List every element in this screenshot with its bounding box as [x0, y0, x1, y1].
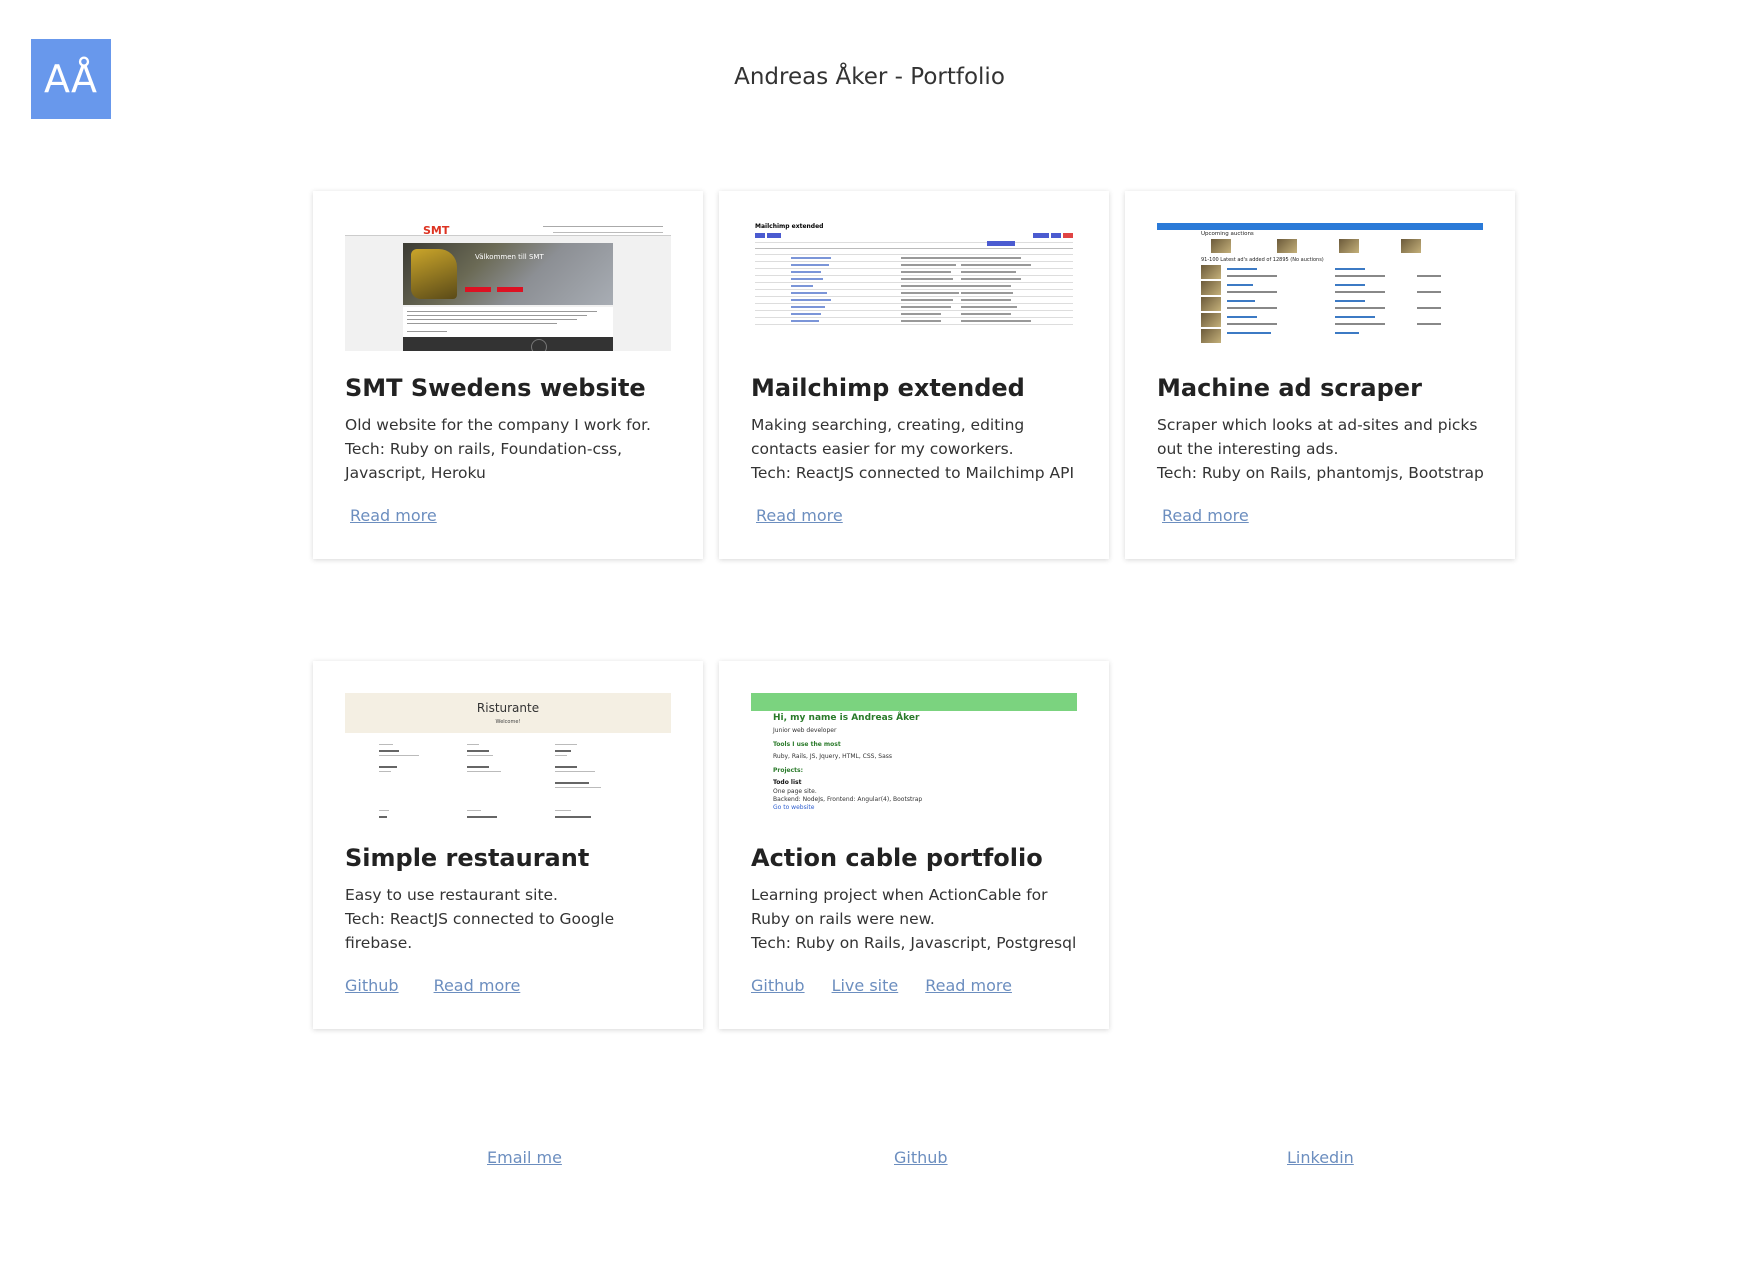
read-more-link[interactable]: Read more: [434, 976, 521, 995]
github-link[interactable]: Github: [345, 976, 399, 995]
project-thumbnail-smt: SMT Välkommen till SMT: [345, 223, 671, 351]
project-description: Learning project when ActionCable for Ru…: [751, 886, 1077, 952]
scraper-thumb-subheading: 91-100 Latest ad's added of 12895 (No au…: [1201, 257, 1324, 263]
email-link[interactable]: Email me: [487, 1148, 562, 1167]
read-more-link[interactable]: Read more: [925, 976, 1012, 995]
action-cable-thumb-project-desc: One page site.: [773, 788, 817, 795]
project-description: Scraper which looks at ad-sites and pick…: [1157, 416, 1484, 482]
linkedin-link[interactable]: Linkedin: [1287, 1148, 1354, 1167]
project-thumbnail-mailchimp: Mailchimp extended: [751, 223, 1077, 351]
action-cable-thumb-project-name: Todo list: [773, 779, 802, 786]
action-cable-thumb-projects-heading: Projects:: [773, 767, 803, 774]
smt-logo: SMT: [423, 224, 450, 237]
read-more-link[interactable]: Read more: [756, 506, 843, 525]
project-card-mailchimp: Mailchimp extended Mailchimp extended Ma…: [719, 191, 1109, 559]
live-site-link[interactable]: Live site: [832, 976, 899, 995]
smt-hero-text: Välkommen till SMT: [475, 253, 544, 261]
scraper-thumb-heading: Upcoming auctions: [1201, 231, 1254, 237]
restaurant-thumb-welcome: Welcome!: [495, 719, 521, 725]
action-cable-thumb-heading: Hi, my name is Andreas Åker: [773, 713, 920, 723]
project-description: Old website for the company I work for. …: [345, 416, 651, 482]
project-title: Action cable portfolio: [751, 844, 1043, 872]
restaurant-thumb-heading: Risturante: [476, 701, 540, 715]
project-title: Mailchimp extended: [751, 374, 1025, 402]
action-cable-thumb-tools: Ruby, Rails, JS, Jquery, HTML, CSS, Sass: [773, 753, 893, 760]
project-thumbnail-action-cable: Hi, my name is Andreas Åker Junior web d…: [751, 693, 1077, 821]
github-footer-link[interactable]: Github: [894, 1148, 948, 1167]
project-card-restaurant: Risturante Welcome! Simple restaurant Ea…: [313, 661, 703, 1029]
project-card-action-cable: Hi, my name is Andreas Åker Junior web d…: [719, 661, 1109, 1029]
project-card-smt: SMT Välkommen till SMT SMT Swedens websi…: [313, 191, 703, 559]
read-more-link[interactable]: Read more: [350, 506, 437, 525]
project-title: Machine ad scraper: [1157, 374, 1422, 402]
action-cable-thumb-project-tech: Backend: NodeJs, Frontend: Angular(4), B…: [773, 796, 923, 803]
project-title: Simple restaurant: [345, 844, 590, 872]
project-card-scraper: Upcoming auctions 91-100 Latest ad's add…: [1125, 191, 1515, 559]
action-cable-thumb-sub: Junior web developer: [773, 727, 837, 734]
mailchimp-thumb-heading: Mailchimp extended: [755, 223, 824, 230]
project-title: SMT Swedens website: [345, 374, 646, 402]
project-thumbnail-scraper: Upcoming auctions 91-100 Latest ad's add…: [1157, 223, 1483, 351]
page-title: Andreas Åker - Portfolio: [734, 64, 1005, 90]
project-thumbnail-restaurant: Risturante Welcome!: [345, 693, 671, 821]
read-more-link[interactable]: Read more: [1162, 506, 1249, 525]
action-cable-thumb-tools-heading: Tools I use the most: [773, 741, 841, 748]
action-cable-thumb-project-link: Go to website: [773, 804, 815, 811]
github-link[interactable]: Github: [751, 976, 805, 995]
project-description: Making searching, creating, editing cont…: [751, 416, 1075, 482]
project-description: Easy to use restaurant site. Tech: React…: [345, 886, 615, 952]
